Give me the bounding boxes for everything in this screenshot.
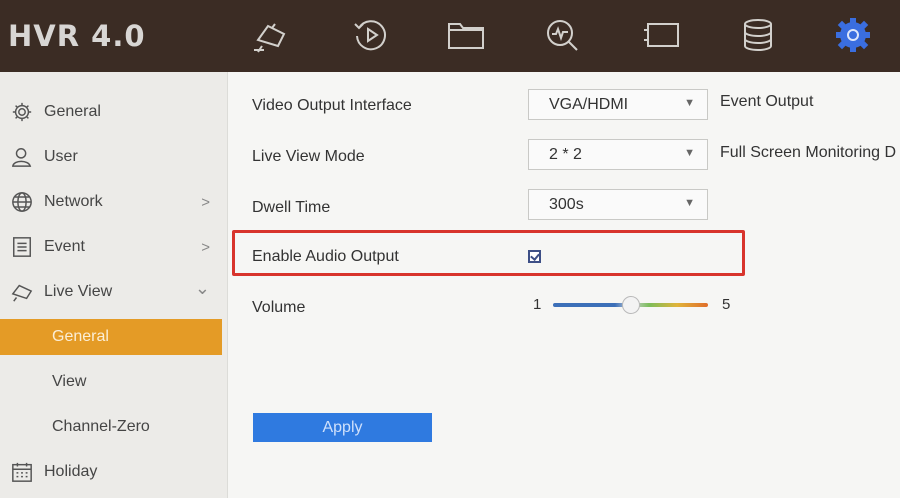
dwell-time-select[interactable]: 300s ▼ [528,189,708,220]
globe-icon [10,190,34,214]
sidebar-item-label: User [44,148,78,165]
select-value: VGA/HDMI [549,95,629,113]
sidebar-subitem-general[interactable]: General [0,319,222,355]
video-output-label: Video Output Interface [252,97,412,114]
live-view-mode-select[interactable]: 2 * 2 ▼ [528,139,708,170]
sidebar-item-label: View [52,373,87,390]
video-output-select[interactable]: VGA/HDMI ▼ [528,89,708,120]
sidebar-item-label: Network [44,193,103,210]
volume-label: Volume [252,299,306,316]
storage-icon[interactable] [737,16,779,54]
sidebar-item-label: Event [44,238,85,255]
chevron-down-icon: ⌄ [194,278,210,298]
sidebar-item-holiday[interactable]: Holiday [0,454,222,490]
sidebar-item-live-view[interactable]: Live View ⌄ [0,274,222,310]
apply-button[interactable]: Apply [253,413,432,442]
sidebar-item-label: Live View [44,283,113,300]
select-value: 300s [549,195,584,213]
volume-min-label: 1 [533,296,542,313]
sidebar-subitem-channel-zero[interactable]: Channel-Zero [0,409,222,445]
event-output-label: Event Output [720,93,814,110]
sidebar-subitem-view[interactable]: View [0,364,222,400]
sidebar-item-event[interactable]: Event > [0,229,222,265]
sidebar: General User Network > Event > Live View… [0,72,228,498]
sidebar-item-label: Channel-Zero [52,418,150,435]
playback-icon[interactable] [350,16,392,54]
enable-audio-output-label: Enable Audio Output [252,248,399,265]
app-logo: HVR 4.0 [8,19,146,53]
chevron-right-icon: > [201,238,210,256]
select-value: 2 * 2 [549,145,582,163]
live-view-camera-icon [10,280,34,304]
calendar-icon [10,460,34,484]
sidebar-item-user[interactable]: User [0,139,222,175]
event-list-icon [10,235,34,259]
dropdown-caret-icon: ▼ [684,147,695,159]
full-screen-monitoring-label: Full Screen Monitoring D [720,144,897,161]
sidebar-item-label: General [44,103,101,120]
sidebar-item-label: Holiday [44,463,98,480]
monitor-icon[interactable] [642,16,684,54]
user-icon [10,145,34,169]
sidebar-item-general[interactable]: General [0,94,222,130]
gear-icon [10,100,34,124]
search-analysis-icon[interactable] [541,16,583,54]
dwell-time-label: Dwell Time [252,199,331,216]
camera-icon[interactable] [250,16,292,54]
volume-slider-thumb[interactable] [621,296,640,314]
folder-icon[interactable] [445,16,487,54]
sidebar-item-network[interactable]: Network > [0,184,222,220]
dropdown-caret-icon: ▼ [684,97,695,109]
volume-max-label: 5 [722,296,731,313]
top-toolbar: HVR 4.0 [0,0,900,72]
sidebar-item-label: General [52,328,109,345]
chevron-right-icon: > [201,193,210,211]
live-view-mode-label: Live View Mode [252,148,365,165]
dropdown-caret-icon: ▼ [684,197,695,209]
settings-gear-icon[interactable] [832,16,874,54]
enable-audio-output-checkbox[interactable] [528,250,541,263]
